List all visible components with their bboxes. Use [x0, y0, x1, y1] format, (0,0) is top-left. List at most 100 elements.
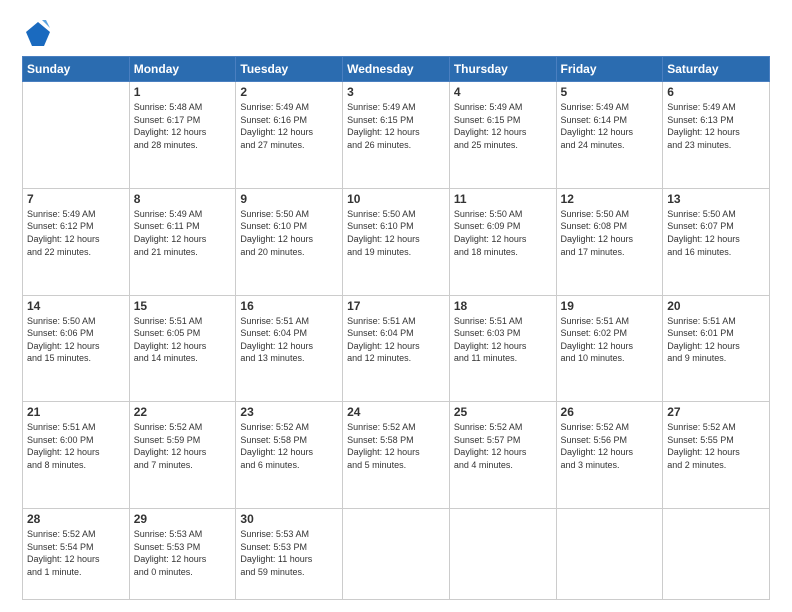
- cell-info: Sunrise: 5:49 AM Sunset: 6:14 PM Dayligh…: [561, 101, 659, 151]
- cell-info: Sunrise: 5:51 AM Sunset: 6:02 PM Dayligh…: [561, 315, 659, 365]
- calendar-cell: 18 Sunrise: 5:51 AM Sunset: 6:03 PM Dayli…: [449, 295, 556, 402]
- calendar-cell: 5 Sunrise: 5:49 AM Sunset: 6:14 PM Daylig…: [556, 82, 663, 189]
- calendar-cell: 23Sunrise: 5:52 AM Sunset: 5:58 PM Dayli…: [236, 402, 343, 509]
- day-number: 13: [667, 192, 765, 206]
- cell-info: Sunrise: 5:49 AM Sunset: 6:15 PM Dayligh…: [347, 101, 445, 151]
- cell-info: Sunrise: 5:51 AM Sunset: 6:03 PM Dayligh…: [454, 315, 552, 365]
- calendar-cell: [449, 509, 556, 600]
- calendar-cell: 11 Sunrise: 5:50 AM Sunset: 6:09 PM Dayli…: [449, 188, 556, 295]
- weekday-sunday: Sunday: [23, 57, 130, 82]
- calendar-cell: 6 Sunrise: 5:49 AM Sunset: 6:13 PM Daylig…: [663, 82, 770, 189]
- weekday-tuesday: Tuesday: [236, 57, 343, 82]
- cell-info: Sunrise: 5:49 AM Sunset: 6:12 PM Dayligh…: [27, 208, 125, 258]
- day-number: 16: [240, 299, 338, 313]
- day-number: 30: [240, 512, 338, 526]
- calendar-cell: 27Sunrise: 5:52 AM Sunset: 5:55 PM Dayli…: [663, 402, 770, 509]
- calendar-cell: 14 Sunrise: 5:50 AM Sunset: 6:06 PM Dayli…: [23, 295, 130, 402]
- calendar-week-row: 7 Sunrise: 5:49 AM Sunset: 6:12 PM Daylig…: [23, 188, 770, 295]
- calendar-cell: [556, 509, 663, 600]
- cell-info: Sunrise: 5:49 AM Sunset: 6:13 PM Dayligh…: [667, 101, 765, 151]
- calendar-cell: [343, 509, 450, 600]
- logo: [22, 18, 54, 46]
- day-number: 19: [561, 299, 659, 313]
- calendar-week-row: 14 Sunrise: 5:50 AM Sunset: 6:06 PM Dayli…: [23, 295, 770, 402]
- calendar-cell: 1 Sunrise: 5:48 AM Sunset: 6:17 PM Daylig…: [129, 82, 236, 189]
- header: [22, 18, 770, 46]
- calendar-cell: 17Sunrise: 5:51 AM Sunset: 6:04 PM Dayli…: [343, 295, 450, 402]
- cell-info: Sunrise: 5:51 AM Sunset: 6:05 PM Dayligh…: [134, 315, 232, 365]
- cell-info: Sunrise: 5:50 AM Sunset: 6:10 PM Dayligh…: [240, 208, 338, 258]
- day-number: 11: [454, 192, 552, 206]
- day-number: 3: [347, 85, 445, 99]
- day-number: 5: [561, 85, 659, 99]
- cell-info: Sunrise: 5:52 AM Sunset: 5:56 PM Dayligh…: [561, 421, 659, 471]
- weekday-header-row: SundayMondayTuesdayWednesdayThursdayFrid…: [23, 57, 770, 82]
- cell-info: Sunrise: 5:49 AM Sunset: 6:16 PM Dayligh…: [240, 101, 338, 151]
- cell-info: Sunrise: 5:49 AM Sunset: 6:15 PM Dayligh…: [454, 101, 552, 151]
- day-number: 14: [27, 299, 125, 313]
- cell-info: Sunrise: 5:51 AM Sunset: 6:00 PM Dayligh…: [27, 421, 125, 471]
- calendar-cell: 30Sunrise: 5:53 AM Sunset: 5:53 PM Dayli…: [236, 509, 343, 600]
- calendar-cell: 8 Sunrise: 5:49 AM Sunset: 6:11 PM Daylig…: [129, 188, 236, 295]
- day-number: 4: [454, 85, 552, 99]
- cell-info: Sunrise: 5:50 AM Sunset: 6:07 PM Dayligh…: [667, 208, 765, 258]
- day-number: 8: [134, 192, 232, 206]
- page: SundayMondayTuesdayWednesdayThursdayFrid…: [0, 0, 792, 612]
- calendar-cell: 9 Sunrise: 5:50 AM Sunset: 6:10 PM Daylig…: [236, 188, 343, 295]
- calendar-cell: 25Sunrise: 5:52 AM Sunset: 5:57 PM Dayli…: [449, 402, 556, 509]
- weekday-friday: Friday: [556, 57, 663, 82]
- calendar-week-row: 21 Sunrise: 5:51 AM Sunset: 6:00 PM Dayli…: [23, 402, 770, 509]
- weekday-thursday: Thursday: [449, 57, 556, 82]
- day-number: 9: [240, 192, 338, 206]
- day-number: 7: [27, 192, 125, 206]
- calendar-cell: 24Sunrise: 5:52 AM Sunset: 5:58 PM Dayli…: [343, 402, 450, 509]
- day-number: 25: [454, 405, 552, 419]
- day-number: 28: [27, 512, 125, 526]
- calendar-cell: 10 Sunrise: 5:50 AM Sunset: 6:10 PM Dayli…: [343, 188, 450, 295]
- day-number: 10: [347, 192, 445, 206]
- cell-info: Sunrise: 5:50 AM Sunset: 6:10 PM Dayligh…: [347, 208, 445, 258]
- calendar-cell: 4 Sunrise: 5:49 AM Sunset: 6:15 PM Daylig…: [449, 82, 556, 189]
- cell-info: Sunrise: 5:51 AM Sunset: 6:01 PM Dayligh…: [667, 315, 765, 365]
- day-number: 6: [667, 85, 765, 99]
- cell-info: Sunrise: 5:48 AM Sunset: 6:17 PM Dayligh…: [134, 101, 232, 151]
- calendar-cell: 26Sunrise: 5:52 AM Sunset: 5:56 PM Dayli…: [556, 402, 663, 509]
- calendar-cell: 22Sunrise: 5:52 AM Sunset: 5:59 PM Dayli…: [129, 402, 236, 509]
- cell-info: Sunrise: 5:50 AM Sunset: 6:09 PM Dayligh…: [454, 208, 552, 258]
- day-number: 20: [667, 299, 765, 313]
- cell-info: Sunrise: 5:49 AM Sunset: 6:11 PM Dayligh…: [134, 208, 232, 258]
- day-number: 12: [561, 192, 659, 206]
- day-number: 1: [134, 85, 232, 99]
- calendar-cell: 28 Sunrise: 5:52 AM Sunset: 5:54 PM Dayli…: [23, 509, 130, 600]
- calendar-cell: 29 Sunrise: 5:53 AM Sunset: 5:53 PM Dayli…: [129, 509, 236, 600]
- calendar-table: SundayMondayTuesdayWednesdayThursdayFrid…: [22, 56, 770, 600]
- calendar-cell: [23, 82, 130, 189]
- logo-icon: [22, 18, 50, 46]
- day-number: 18: [454, 299, 552, 313]
- calendar-cell: 3 Sunrise: 5:49 AM Sunset: 6:15 PM Daylig…: [343, 82, 450, 189]
- calendar-cell: 21 Sunrise: 5:51 AM Sunset: 6:00 PM Dayli…: [23, 402, 130, 509]
- calendar-cell: 12Sunrise: 5:50 AM Sunset: 6:08 PM Dayli…: [556, 188, 663, 295]
- calendar-cell: 7 Sunrise: 5:49 AM Sunset: 6:12 PM Daylig…: [23, 188, 130, 295]
- weekday-wednesday: Wednesday: [343, 57, 450, 82]
- day-number: 15: [134, 299, 232, 313]
- cell-info: Sunrise: 5:52 AM Sunset: 5:59 PM Dayligh…: [134, 421, 232, 471]
- cell-info: Sunrise: 5:51 AM Sunset: 6:04 PM Dayligh…: [240, 315, 338, 365]
- calendar-cell: 20 Sunrise: 5:51 AM Sunset: 6:01 PM Dayli…: [663, 295, 770, 402]
- day-number: 24: [347, 405, 445, 419]
- calendar-cell: 13 Sunrise: 5:50 AM Sunset: 6:07 PM Dayli…: [663, 188, 770, 295]
- day-number: 21: [27, 405, 125, 419]
- weekday-saturday: Saturday: [663, 57, 770, 82]
- day-number: 17: [347, 299, 445, 313]
- calendar-week-row: 28 Sunrise: 5:52 AM Sunset: 5:54 PM Dayli…: [23, 509, 770, 600]
- day-number: 27: [667, 405, 765, 419]
- day-number: 2: [240, 85, 338, 99]
- cell-info: Sunrise: 5:53 AM Sunset: 5:53 PM Dayligh…: [134, 528, 232, 578]
- calendar-cell: 2 Sunrise: 5:49 AM Sunset: 6:16 PM Daylig…: [236, 82, 343, 189]
- calendar-cell: 16 Sunrise: 5:51 AM Sunset: 6:04 PM Dayli…: [236, 295, 343, 402]
- cell-info: Sunrise: 5:52 AM Sunset: 5:54 PM Dayligh…: [27, 528, 125, 578]
- calendar-cell: 15 Sunrise: 5:51 AM Sunset: 6:05 PM Dayli…: [129, 295, 236, 402]
- day-number: 29: [134, 512, 232, 526]
- cell-info: Sunrise: 5:50 AM Sunset: 6:06 PM Dayligh…: [27, 315, 125, 365]
- calendar-cell: [663, 509, 770, 600]
